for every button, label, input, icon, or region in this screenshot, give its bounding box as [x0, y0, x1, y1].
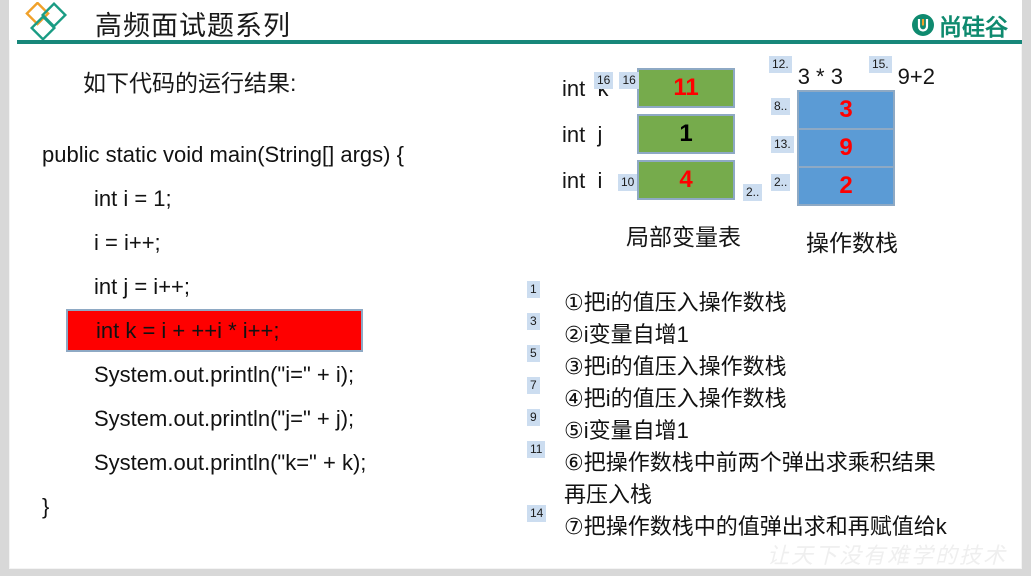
code-listing: public static void main(String[] args) {… — [42, 133, 404, 529]
bytecode-index-badge: 12. — [769, 56, 792, 73]
local-variable-row: int j 1 — [562, 108, 735, 154]
code-line: System.out.println("i=" + i); — [94, 362, 355, 387]
bytecode-index-badge: 14 — [527, 505, 547, 522]
step-text: ⑥把操作数栈中前两个弹出求乘积结果再压入栈 — [564, 450, 936, 507]
step-item: 9 ⑤i变量自增1 — [527, 409, 957, 447]
bytecode-index-badge: 10 — [618, 174, 638, 191]
local-variable-value: 1 — [679, 120, 693, 147]
bytecode-index-badge: 9 — [527, 409, 540, 426]
code-line: int i = 1; — [94, 186, 172, 211]
step-text: ③把i的值压入操作数栈 — [564, 354, 787, 379]
brand-name: 尚硅谷 — [939, 14, 1008, 40]
lead-text: 如下代码的运行结果: — [83, 70, 297, 96]
operand-stack-value: 9 — [839, 134, 853, 161]
operand-stack-value: 3 — [839, 96, 853, 123]
local-variable-label: int k 16 16 — [562, 72, 639, 108]
bytecode-index-badges: 10 — [618, 174, 638, 200]
bytecode-index-badge: 11 — [527, 441, 546, 458]
code-line: int j = i++; — [94, 274, 191, 299]
local-variable-row: int i 10 4 — [562, 154, 735, 200]
operand-stack-value-cell: 3 — [797, 90, 895, 130]
local-variable-row: int k 16 16 11 — [562, 62, 735, 108]
step-text: ④把i的值压入操作数栈 — [564, 386, 787, 411]
step-text: ⑦把操作数栈中的值弹出求和再赋值给k — [564, 514, 947, 539]
slide-header: 高频面试题系列 尚硅谷 — [9, 0, 1022, 42]
bytecode-index-badge: 3 — [527, 313, 540, 330]
operand-stack-expression: 3 * 3 — [797, 64, 843, 89]
local-variable-value-cell: 11 — [637, 68, 735, 108]
local-variable-value-cell: 1 — [637, 114, 735, 154]
operand-stack-row: 8.. 3 — [771, 90, 895, 130]
code-line: i = i++; — [94, 230, 161, 255]
step-item: 7 ④把i的值压入操作数栈 — [527, 377, 957, 415]
bytecode-index-badge: 8.. — [771, 98, 791, 115]
page-title: 高频面试题系列 — [95, 11, 291, 41]
step-item: 1 ①把i的值压入操作数栈 — [527, 281, 957, 319]
steps-list: 1 ①把i的值压入操作数栈 3 ②i变量自增1 5 ③把i的值压入操作数栈 7 ④把i的值压入… — [527, 281, 957, 543]
watermark-text: 让天下没有难学的技术 — [767, 543, 1008, 568]
local-variable-value-cell: 4 — [637, 160, 735, 200]
slide-canvas: 高频面试题系列 尚硅谷 如下代码的运行结果: public static voi… — [0, 0, 1031, 576]
local-variable-table: int k 16 16 11 int j 1 int i 10 4 — [562, 62, 735, 200]
bytecode-index-badge: 16 — [619, 72, 639, 89]
bytecode-index-badge: 7 — [527, 377, 540, 394]
local-variable-label: int i 10 — [562, 168, 638, 200]
operand-stack-value-cell: 2 — [797, 166, 895, 206]
code-line: System.out.println("j=" + j); — [94, 406, 355, 431]
operand-stack-value-cell: 9 — [797, 128, 895, 168]
step-text: ②i变量自增1 — [564, 322, 689, 347]
local-variable-label: int j — [562, 122, 603, 147]
step-item: 11 ⑥把操作数栈中前两个弹出求乘积结果再压入栈 — [527, 441, 957, 511]
operand-stack-row: 13. 9 — [771, 128, 895, 168]
header-divider — [17, 40, 1022, 44]
operand-stack-annotations: 12. 3 * 3 15. 9+2 — [769, 56, 935, 90]
bytecode-index-badge: 13. — [771, 136, 794, 153]
diamonds-logo-icon — [25, 2, 68, 42]
brand-logo: 尚硅谷 — [911, 8, 1008, 42]
code-line: System.out.println("k=" + k); — [94, 450, 367, 475]
bytecode-index-badge: 1 — [527, 281, 540, 298]
local-variable-table-caption: 局部变量表 — [626, 224, 741, 250]
bytecode-index-badge: 2.. — [743, 184, 763, 201]
code-line: } — [42, 494, 50, 519]
bytecode-index-badge: 15. — [868, 56, 892, 73]
bytecode-index-badge: 5 — [527, 345, 540, 362]
operand-stack: 8.. 3 13. 9 2.. 2.. 2 — [743, 90, 895, 206]
step-text: ①把i的值压入操作数栈 — [564, 290, 787, 315]
operand-stack-row: 2.. 2.. 2 — [743, 166, 895, 206]
code-line-highlighted: int k = i + ++i * i++; — [66, 309, 363, 352]
local-variable-value: 11 — [673, 74, 699, 101]
local-variable-value: 4 — [679, 166, 693, 193]
step-item: 3 ②i变量自增1 — [527, 313, 957, 351]
operand-stack-value: 2 — [839, 172, 853, 199]
step-text: ⑤i变量自增1 — [564, 418, 689, 443]
step-item: 5 ③把i的值压入操作数栈 — [527, 345, 957, 383]
bytecode-index-badges: 16 16 — [594, 72, 639, 98]
operand-stack-expression: 9+2 — [897, 64, 935, 89]
shangguigu-u-logo-icon — [912, 14, 934, 36]
bytecode-index-badge: 2.. — [771, 174, 791, 191]
code-line: public static void main(String[] args) { — [42, 142, 404, 167]
operand-stack-caption: 操作数栈 — [806, 230, 898, 256]
bytecode-index-badge: 16 — [594, 72, 614, 89]
